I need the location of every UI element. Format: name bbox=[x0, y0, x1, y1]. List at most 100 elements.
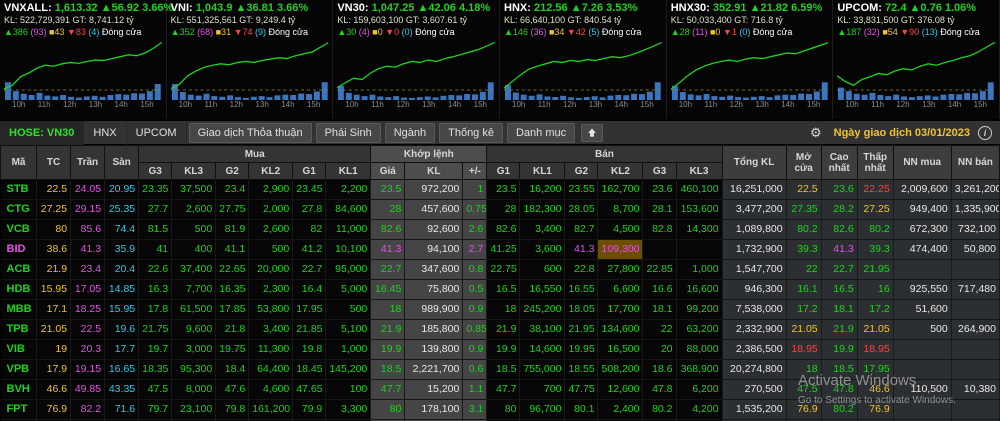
cell[interactable]: 92,600 bbox=[404, 219, 464, 240]
cell[interactable]: 81.9 bbox=[215, 219, 250, 240]
cell[interactable]: 27.25 bbox=[857, 199, 894, 220]
cell[interactable]: 22.75 bbox=[486, 259, 521, 280]
info-icon[interactable]: i bbox=[978, 125, 992, 140]
cell[interactable]: 22.6 bbox=[138, 259, 173, 280]
cell[interactable]: 2,300 bbox=[248, 279, 294, 300]
cell[interactable]: 21.05 bbox=[36, 319, 72, 340]
cell[interactable]: 11,000 bbox=[325, 219, 372, 240]
cell[interactable]: 1.1 bbox=[462, 379, 488, 400]
cell[interactable]: 23.6 bbox=[642, 179, 677, 200]
cell[interactable]: 61,500 bbox=[171, 299, 217, 320]
cell[interactable]: 80.1 bbox=[564, 399, 599, 420]
cell[interactable] bbox=[676, 239, 723, 260]
cell[interactable]: 2,900 bbox=[248, 179, 294, 200]
cell[interactable]: 18 bbox=[486, 299, 521, 320]
cell[interactable]: 95,000 bbox=[325, 259, 372, 280]
cell[interactable]: 15.95 bbox=[36, 279, 72, 300]
ticker-cell[interactable]: HDB bbox=[0, 279, 38, 300]
cell[interactable]: 46.6 bbox=[857, 379, 894, 400]
cell[interactable]: 17.2 bbox=[857, 299, 894, 320]
settings-gear-icon[interactable]: ⚙ bbox=[804, 125, 828, 141]
cell[interactable]: 368,900 bbox=[676, 359, 723, 380]
cell[interactable]: 81.5 bbox=[138, 219, 173, 240]
cell[interactable]: 88,000 bbox=[676, 339, 723, 360]
cell[interactable]: 18 bbox=[786, 359, 822, 380]
cell[interactable]: 25.35 bbox=[104, 199, 140, 220]
ticker-cell[interactable]: ACB bbox=[0, 259, 38, 280]
cell[interactable]: 22 bbox=[642, 319, 677, 340]
cell[interactable]: 41.3 bbox=[370, 239, 406, 260]
cell[interactable]: 76.9 bbox=[857, 399, 894, 420]
cell[interactable]: 500 bbox=[325, 299, 372, 320]
ticker-cell[interactable]: STB bbox=[0, 179, 38, 200]
cell[interactable]: 16,500 bbox=[597, 339, 644, 360]
cell[interactable]: 23.35 bbox=[138, 179, 173, 200]
cell[interactable]: 23.45 bbox=[292, 179, 327, 200]
cell[interactable]: 3,400 bbox=[519, 219, 566, 240]
cell[interactable]: 41.2 bbox=[292, 239, 327, 260]
cell[interactable]: 23.5 bbox=[486, 179, 521, 200]
cell[interactable]: 12,600 bbox=[597, 379, 644, 400]
cell[interactable]: 51,600 bbox=[893, 299, 952, 320]
cell[interactable]: 18.55 bbox=[564, 359, 599, 380]
cell[interactable]: 17,700 bbox=[597, 299, 644, 320]
cell[interactable]: 22.7 bbox=[370, 259, 406, 280]
cell[interactable]: 27.8 bbox=[292, 199, 327, 220]
cell[interactable]: 23.55 bbox=[564, 179, 599, 200]
cell[interactable]: 47.5 bbox=[138, 379, 173, 400]
cell[interactable]: 74.4 bbox=[104, 219, 140, 240]
cell[interactable]: 99,200 bbox=[676, 299, 723, 320]
cell[interactable]: 20,274,800 bbox=[721, 359, 787, 380]
cell[interactable]: 22.5 bbox=[786, 179, 822, 200]
cell[interactable]: 18.25 bbox=[70, 299, 106, 320]
cell[interactable]: 63,200 bbox=[676, 319, 723, 340]
cell[interactable]: 153,600 bbox=[676, 199, 723, 220]
cell[interactable]: 2,221,700 bbox=[404, 359, 464, 380]
cell[interactable]: 84,600 bbox=[325, 199, 372, 220]
cell[interactable]: 27.35 bbox=[786, 199, 822, 220]
cell[interactable]: 2,009,600 bbox=[893, 179, 952, 200]
cell[interactable]: 82 bbox=[292, 219, 327, 240]
cell[interactable]: 0.5 bbox=[462, 279, 488, 300]
tab-ng-nh[interactable]: Ngành bbox=[384, 122, 436, 143]
cell[interactable]: 10,100 bbox=[325, 239, 372, 260]
cell[interactable]: 22.25 bbox=[857, 179, 894, 200]
cell[interactable]: 1,000 bbox=[325, 339, 372, 360]
cell[interactable]: 79.8 bbox=[215, 399, 250, 420]
cell[interactable]: 79.7 bbox=[138, 399, 173, 420]
cell[interactable]: 21.95 bbox=[857, 259, 894, 280]
cell[interactable]: 15,200 bbox=[404, 379, 464, 400]
cell[interactable]: 500 bbox=[893, 319, 952, 340]
cell[interactable]: 43.35 bbox=[104, 379, 140, 400]
cell[interactable]: 17.7 bbox=[104, 339, 140, 360]
cell[interactable]: 508,200 bbox=[597, 359, 644, 380]
cell[interactable]: 95,300 bbox=[171, 359, 217, 380]
cell[interactable]: 17.95 bbox=[292, 299, 327, 320]
cell[interactable]: 3,400 bbox=[248, 319, 294, 340]
cell[interactable]: 732,100 bbox=[951, 219, 1000, 240]
cell[interactable]: 17.1 bbox=[36, 299, 72, 320]
cell[interactable]: 16.45 bbox=[370, 279, 406, 300]
cell[interactable]: 35.9 bbox=[104, 239, 140, 260]
cell[interactable]: 2,600 bbox=[248, 219, 294, 240]
cell[interactable]: 18 bbox=[370, 299, 406, 320]
cell[interactable]: 82.6 bbox=[486, 219, 521, 240]
cell[interactable]: 27,800 bbox=[597, 259, 644, 280]
cell[interactable]: 16.55 bbox=[564, 279, 599, 300]
cell[interactable]: 22.5 bbox=[70, 319, 106, 340]
cell[interactable]: 4,600 bbox=[248, 379, 294, 400]
cell[interactable]: 82.6 bbox=[370, 219, 406, 240]
cell[interactable]: 22.7 bbox=[292, 259, 327, 280]
cell[interactable]: 16.3 bbox=[138, 279, 173, 300]
cell[interactable]: 96,700 bbox=[519, 399, 566, 420]
cell[interactable]: 1,732,900 bbox=[721, 239, 787, 260]
tab-giao-d-ch-th-a-thu-n[interactable]: Giao dịch Thỏa thuận bbox=[188, 122, 312, 143]
cell[interactable]: 755,000 bbox=[519, 359, 566, 380]
ticker-cell[interactable]: VPB bbox=[0, 359, 38, 380]
cell[interactable]: 37,500 bbox=[171, 179, 217, 200]
cell[interactable]: 20.3 bbox=[70, 339, 106, 360]
cell[interactable]: 8,000 bbox=[171, 379, 217, 400]
cell[interactable]: 23.6 bbox=[821, 179, 858, 200]
cell[interactable]: 47.65 bbox=[292, 379, 327, 400]
cell[interactable]: 4,200 bbox=[676, 399, 723, 420]
